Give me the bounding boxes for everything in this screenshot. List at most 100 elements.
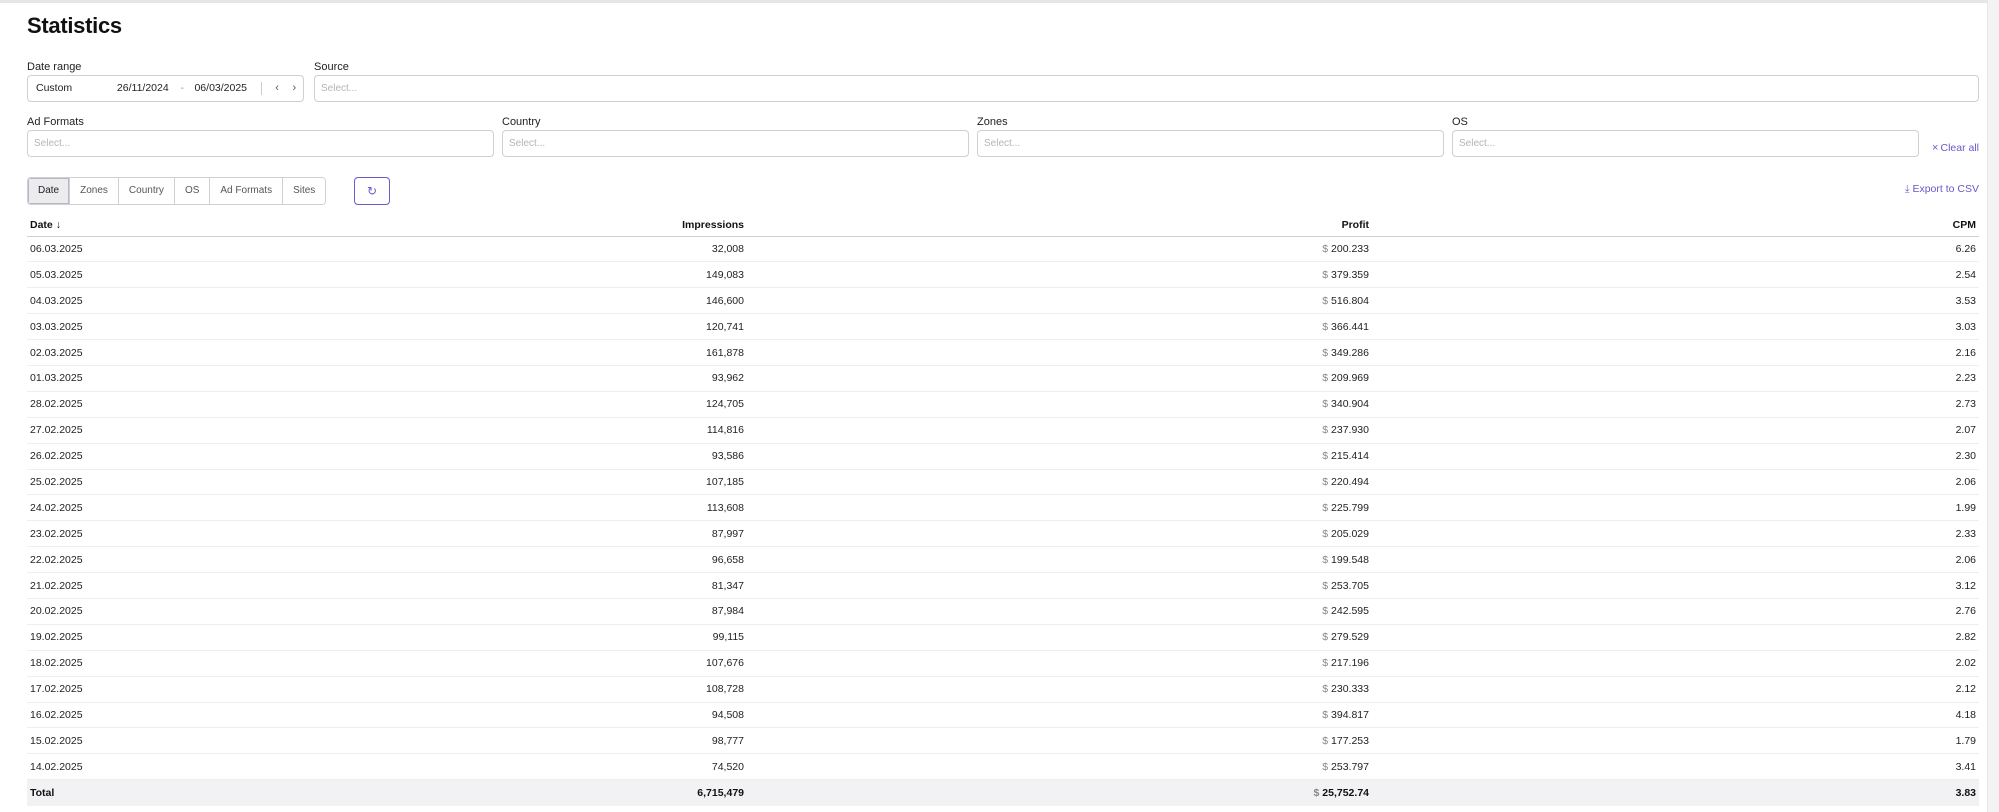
country-label: Country (502, 116, 541, 128)
source-select[interactable]: Select... (314, 75, 1979, 102)
date-to-input[interactable]: 06/03/2025 (186, 76, 255, 101)
cell-date: 02.03.2025 (27, 339, 347, 366)
cell-cpm: 2.16 (1372, 339, 1979, 366)
column-header-profit[interactable]: Profit (747, 215, 1372, 237)
os-filter: OS Select... (1452, 114, 1919, 157)
tab-sites[interactable]: Sites (283, 178, 326, 204)
cell-date: 05.03.2025 (27, 261, 347, 289)
refresh-icon: ↻ (366, 184, 378, 198)
source-label: Source (314, 61, 349, 73)
cell-profit: $379.359 (747, 261, 1372, 289)
date-header-label: Date (30, 219, 53, 232)
profit-value: 177.253 (1331, 734, 1369, 747)
table-row: 25.02.2025 107,185 $220.494 2.06 (27, 469, 1979, 496)
cell-impressions: 98,777 (347, 727, 747, 755)
statistics-page: Statistics Date range Custom 26/11/2024 … (27, 12, 1979, 806)
profit-value: 205.029 (1331, 527, 1369, 540)
cell-profit: $220.494 (747, 469, 1372, 496)
cell-profit: $205.029 (747, 520, 1372, 548)
clear-all-button[interactable]: × Clear all (1932, 142, 1979, 154)
column-header-impressions[interactable]: Impressions (347, 215, 747, 237)
currency-symbol: $ (1322, 631, 1329, 644)
refresh-button[interactable]: ↻ (354, 177, 390, 205)
cell-profit: $209.969 (747, 365, 1372, 392)
cell-profit: $199.548 (747, 546, 1372, 574)
cell-profit: $366.441 (747, 313, 1372, 341)
table-row: 01.03.2025 93,962 $209.969 2.23 (27, 365, 1979, 392)
cell-impressions: 107,676 (347, 650, 747, 677)
total-profit-value: 25,752.74 (1322, 786, 1369, 799)
cell-date: 16.02.2025 (27, 702, 347, 729)
date-from-input[interactable]: 26/11/2024 (107, 76, 178, 101)
os-label: OS (1452, 116, 1468, 128)
tab-os[interactable]: OS (174, 178, 211, 204)
cell-cpm: 2.07 (1372, 417, 1979, 444)
cell-date: 23.02.2025 (27, 520, 347, 548)
tab-country[interactable]: Country (118, 178, 175, 204)
cell-impressions: 146,600 (347, 287, 747, 315)
chevron-left-icon[interactable]: ‹ (268, 76, 285, 101)
table-total-row: Total 6,715,479 $25,752.74 3.83 (27, 779, 1979, 806)
currency-symbol: $ (1322, 294, 1329, 307)
profit-value: 340.904 (1331, 398, 1369, 411)
column-header-cpm[interactable]: CPM (1372, 215, 1979, 237)
table-row: 02.03.2025 161,878 $349.286 2.16 (27, 339, 1979, 366)
currency-symbol: $ (1322, 320, 1329, 333)
total-cpm: 3.83 (1372, 779, 1979, 806)
cell-profit: $349.286 (747, 339, 1372, 366)
sort-arrow-down-icon: ↓ (55, 219, 61, 232)
export-csv-label: Export to CSV (1912, 183, 1979, 195)
cell-cpm: 3.03 (1372, 313, 1979, 341)
profit-value: 279.529 (1331, 631, 1369, 644)
date-preset-select[interactable]: Custom (36, 76, 107, 101)
cell-date: 19.02.2025 (27, 624, 347, 651)
cell-impressions: 161,878 (347, 339, 747, 366)
cell-impressions: 93,962 (347, 365, 747, 392)
cell-impressions: 114,816 (347, 417, 747, 444)
table-row: 17.02.2025 108,728 $230.333 2.12 (27, 676, 1979, 703)
close-icon: × (1932, 142, 1939, 154)
cell-cpm: 2.73 (1372, 391, 1979, 418)
cell-profit: $279.529 (747, 624, 1372, 651)
cell-profit: $237.930 (747, 417, 1372, 444)
profit-value: 253.797 (1331, 760, 1369, 773)
export-csv-button[interactable]: ⤓ Export to CSV (1905, 183, 1979, 196)
profit-value: 349.286 (1331, 346, 1369, 359)
cell-cpm: 1.99 (1372, 494, 1979, 522)
profit-value: 220.494 (1331, 475, 1369, 488)
cell-impressions: 120,741 (347, 313, 747, 341)
page-title: Statistics (27, 13, 122, 38)
cell-date: 14.02.2025 (27, 753, 347, 781)
zones-select[interactable]: Select... (977, 130, 1444, 157)
cell-profit: $177.253 (747, 727, 1372, 755)
currency-symbol: $ (1322, 579, 1329, 592)
currency-symbol: $ (1322, 605, 1329, 618)
tab-date[interactable]: Date (28, 178, 71, 204)
cell-date: 03.03.2025 (27, 313, 347, 341)
cell-cpm: 2.30 (1372, 443, 1979, 470)
tab-ad-formats[interactable]: Ad Formats (210, 178, 284, 204)
profit-value: 516.804 (1331, 294, 1369, 307)
chevron-right-icon[interactable]: › (286, 76, 303, 101)
ad-formats-select[interactable]: Select... (27, 130, 494, 157)
table-row: 26.02.2025 93,586 $215.414 2.30 (27, 443, 1979, 470)
country-select[interactable]: Select... (502, 130, 969, 157)
cell-profit: $230.333 (747, 676, 1372, 703)
tab-zones[interactable]: Zones (70, 178, 119, 204)
table-row: 18.02.2025 107,676 $217.196 2.02 (27, 650, 1979, 677)
date-range-picker[interactable]: Custom 26/11/2024 - 06/03/2025 ‹ › (27, 75, 304, 102)
cell-profit: $394.817 (747, 702, 1372, 729)
cell-impressions: 113,608 (347, 494, 747, 522)
cell-cpm: 2.12 (1372, 676, 1979, 703)
cell-date: 25.02.2025 (27, 469, 347, 496)
table-row: 14.02.2025 74,520 $253.797 3.41 (27, 753, 1979, 781)
profit-value: 242.595 (1331, 605, 1369, 618)
profit-value: 230.333 (1331, 683, 1369, 696)
profit-value: 237.930 (1331, 424, 1369, 437)
os-select[interactable]: Select... (1452, 130, 1919, 157)
scrollbar-track[interactable] (1987, 0, 1999, 812)
table-row: 28.02.2025 124,705 $340.904 2.73 (27, 391, 1979, 418)
cell-cpm: 3.53 (1372, 287, 1979, 315)
column-header-date[interactable]: Date ↓ (27, 215, 347, 237)
cell-date: 15.02.2025 (27, 727, 347, 755)
